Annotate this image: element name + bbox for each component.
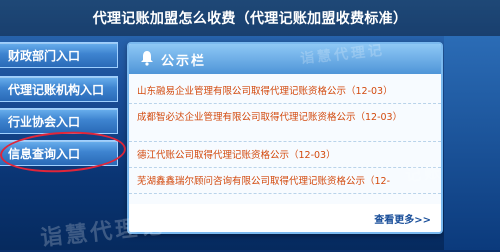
notice-panel: 公示栏 山东融易企业管理有限公司取得代理记账资格公示（12-03） 成都智必达企… (127, 42, 443, 234)
highlight-circle (0, 128, 127, 176)
menu-item-association[interactable]: 行业协会入口 (0, 108, 118, 134)
notice-list: 山东融易企业管理有限公司取得代理记账资格公示（12-03） 成都智必达企业管理有… (129, 74, 441, 204)
list-item[interactable]: 山东融易企业管理有限公司取得代理记账资格公示（12-03） (129, 80, 441, 104)
notice-link[interactable]: 山东融易企业管理有限公司取得代理记账资格公示（12-03） (137, 85, 433, 98)
view-more-link[interactable]: 查看更多>> (374, 211, 431, 226)
list-item[interactable]: 成都智必达企业管理有限公司取得代理记账资格公示（12-03） (129, 106, 441, 142)
bell-icon (141, 51, 153, 66)
right-decor-strip (444, 36, 500, 250)
notice-panel-header: 公示栏 (129, 44, 441, 74)
notice-link[interactable]: 德江代账公司取得代理记账资格公示（12-03） (137, 149, 433, 162)
menu-item-finance-dept[interactable]: 财政部门入口 (0, 42, 118, 68)
list-item[interactable]: 德江代账公司取得代理记账资格公示（12-03） (129, 144, 441, 168)
menu-item-agency[interactable]: 代理记账机构入口 (0, 76, 118, 102)
notice-link[interactable]: 芜湖鑫鑫瑞尔顾问咨询有限公司取得代理记账资格公示（12- (137, 175, 433, 188)
notice-panel-title: 公示栏 (161, 54, 207, 69)
notice-link[interactable]: 成都智必达企业管理有限公司取得代理记账资格公示（12-03） (137, 111, 433, 124)
list-item[interactable]: 芜湖鑫鑫瑞尔顾问咨询有限公司取得代理记账资格公示（12- (129, 170, 441, 194)
watermark-side: 记账 (404, 162, 445, 185)
title-bar: 代理记账加盟怎么收费（代理记账加盟收费标准） (0, 0, 500, 36)
page-title: 代理记账加盟怎么收费（代理记账加盟收费标准） (92, 11, 408, 27)
